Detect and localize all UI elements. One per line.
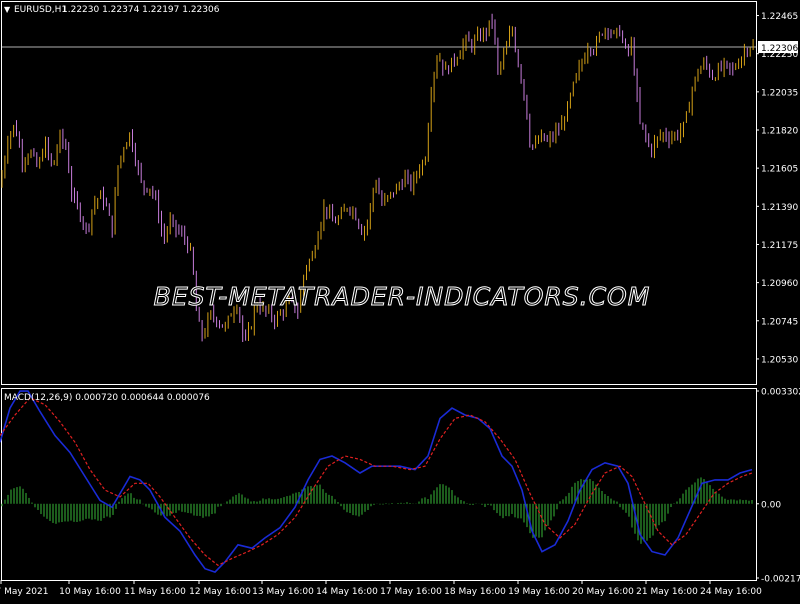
macd-y-tick-label: 0.003302: [761, 388, 800, 398]
y-tick-label: 1.22035: [761, 88, 798, 98]
macd-y-axis: 0.003302 0.00 -0.002173: [756, 388, 800, 585]
main-y-axis: 1.224651.222501.220351.218201.216051.213…: [756, 12, 798, 365]
y-tick-label: 1.21820: [761, 127, 798, 137]
header-triangle-icon[interactable]: ▼: [4, 5, 11, 14]
x-tick-label: 12 May 16:00: [189, 587, 251, 597]
y-tick-label: 1.21175: [761, 241, 798, 251]
x-tick-label: 24 May 16:00: [700, 587, 762, 597]
x-tick-label: 17 May 16:00: [380, 587, 442, 597]
x-tick-label: 21 May 16:00: [636, 587, 698, 597]
symbol-label: EURUSD,H1: [14, 5, 67, 15]
chart-root: 1.22465 1.22250 1.22035 1.21820 1.21605 1.213…: [0, 0, 800, 600]
macd-line: [0, 390, 753, 574]
x-tick-label: 11 May 16:00: [124, 587, 186, 597]
y-tick-label: 1.21390: [761, 203, 798, 213]
macd-label: MACD(12,26,9) 0.000720 0.000644 0.000076: [4, 393, 210, 403]
x-tick-label: 14 May 16:00: [316, 587, 378, 597]
chart-canvas: 1.224651.222501.220351.218201.216051.213…: [0, 1, 800, 597]
ohlc-label: 1.22230 1.22374 1.22197 1.22306: [62, 5, 220, 15]
macd-chart-frame: [1, 388, 757, 581]
macd-y-tick-label: -0.002173: [761, 575, 800, 585]
x-axis: 7 May 2021 10 May 16:00 11 May 16:00 12 May…: [0, 580, 762, 597]
macd-y-tick-label: 0.00: [761, 500, 781, 510]
x-tick-label: 19 May 16:00: [508, 587, 570, 597]
current-price-label: 1.22306: [761, 44, 798, 54]
y-tick-label: 1.20745: [761, 317, 798, 327]
x-tick-label: 18 May 16:00: [444, 587, 506, 597]
x-tick-label: 13 May 16:00: [252, 587, 314, 597]
y-tick-label: 1.22465: [761, 12, 798, 22]
x-tick-label: 10 May 16:00: [59, 587, 121, 597]
y-tick-label: 1.20530: [761, 355, 798, 365]
x-tick-label: 20 May 16:00: [572, 587, 634, 597]
x-tick-label: 7 May 2021: [0, 587, 48, 597]
y-tick-label: 1.20960: [761, 279, 798, 289]
watermark-text: BEST-METATRADER-INDICATORS.COM: [154, 282, 651, 311]
signal-line: [0, 397, 753, 567]
y-tick-label: 1.21605: [761, 165, 798, 175]
